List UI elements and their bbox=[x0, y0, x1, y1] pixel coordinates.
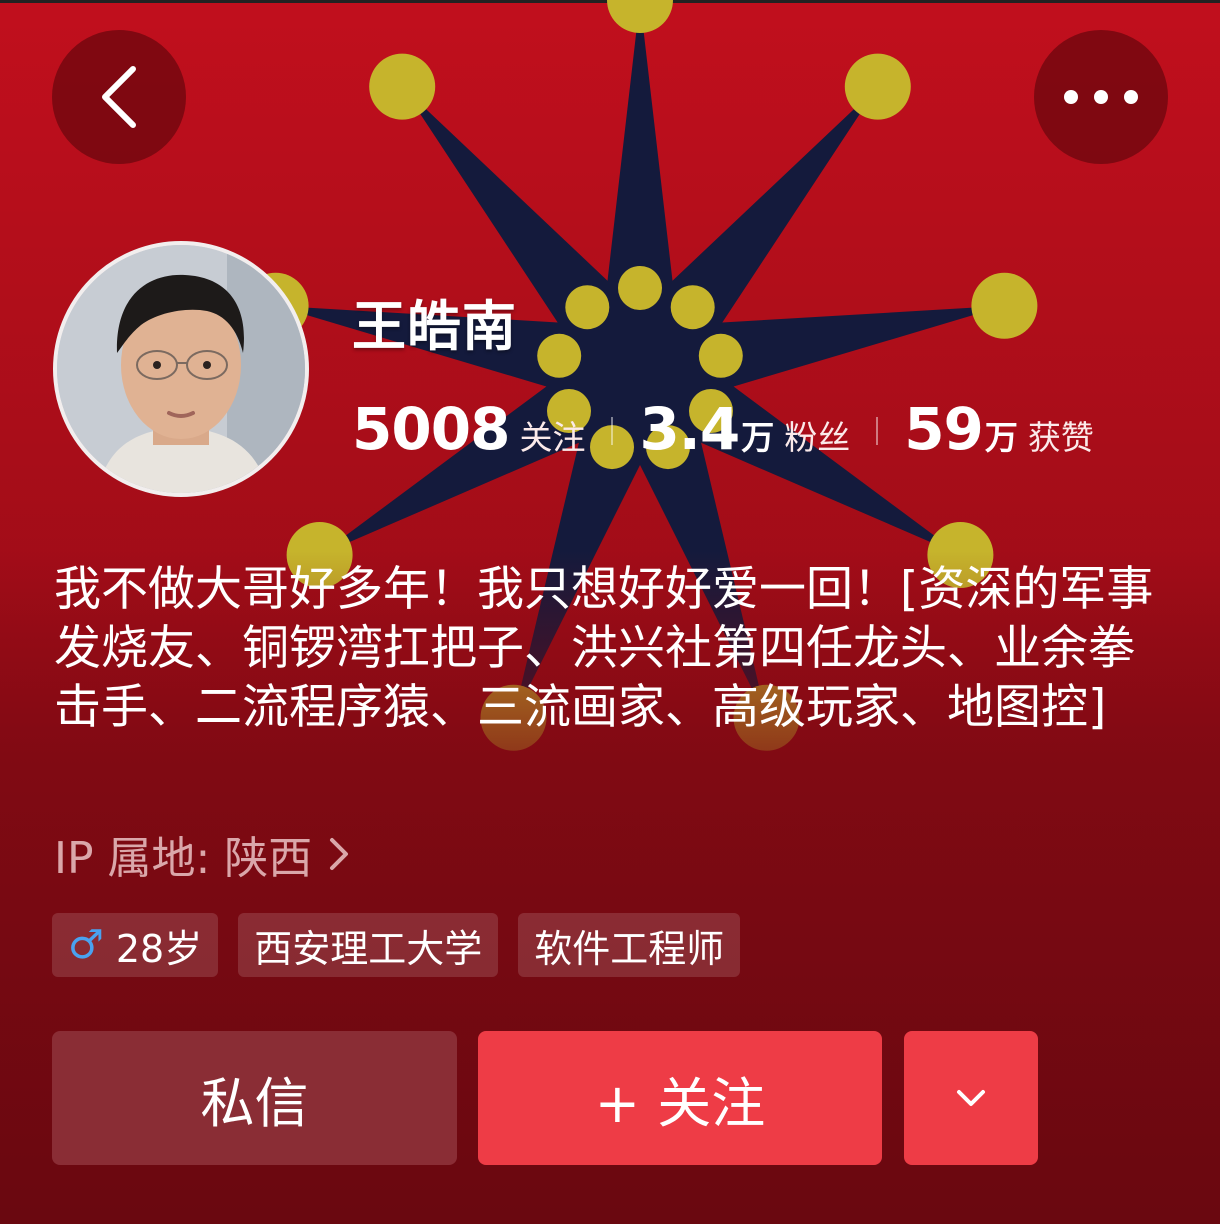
avatar-portrait bbox=[57, 245, 305, 493]
profile-bio: 我不做大哥好多年！我只想好好爱一回！[资深的军事发烧友、铜锣湾扛把子、洪兴社第四… bbox=[54, 562, 1154, 735]
stat-following-label: 关注 bbox=[519, 418, 586, 457]
back-arrow-icon bbox=[102, 66, 136, 128]
message-button[interactable]: 私信 bbox=[52, 1031, 457, 1165]
tag-occupation: 软件工程师 bbox=[518, 913, 741, 977]
more-dots-icon bbox=[1064, 90, 1138, 104]
stat-likes-label: 获赞 bbox=[1027, 418, 1094, 457]
profile-name: 王皓南 bbox=[352, 295, 517, 358]
more-button[interactable] bbox=[1034, 30, 1168, 164]
stat-following-value: 5008 bbox=[352, 395, 510, 463]
message-button-label: 私信 bbox=[200, 1071, 309, 1135]
follow-button-label: + 关注 bbox=[594, 1071, 766, 1135]
stat-followers-value: 3.4 bbox=[639, 395, 740, 463]
stat-followers-unit: 万 bbox=[741, 418, 775, 457]
chevron-right-icon bbox=[330, 838, 349, 870]
stat-followers[interactable]: 3.4 万 粉丝 bbox=[639, 395, 850, 463]
stat-divider bbox=[876, 417, 879, 445]
ip-location-text: IP 属地: 陕西 bbox=[54, 833, 313, 884]
stat-following[interactable]: 5008 关注 bbox=[352, 395, 585, 463]
tag-occupation-label: 软件工程师 bbox=[534, 926, 725, 971]
male-icon: ♂ bbox=[68, 922, 104, 968]
stat-followers-label: 粉丝 bbox=[784, 418, 851, 457]
profile-tags: ♂ 28岁 西安理工大学 软件工程师 bbox=[52, 913, 741, 977]
back-button[interactable] bbox=[52, 30, 186, 164]
stat-likes-value: 59 bbox=[904, 395, 984, 463]
stat-divider bbox=[611, 417, 614, 445]
tag-age-label: 28岁 bbox=[115, 926, 203, 971]
stats-row: 5008 关注 3.4 万 粉丝 59 万 获赞 bbox=[352, 395, 1094, 467]
follow-button[interactable]: + 关注 bbox=[478, 1031, 882, 1165]
tag-school-label: 西安理工大学 bbox=[254, 926, 483, 971]
chevron-down-icon bbox=[957, 1090, 985, 1106]
stat-likes-unit: 万 bbox=[984, 418, 1018, 457]
ip-location[interactable]: IP 属地: 陕西 bbox=[54, 822, 350, 886]
tag-age: ♂ 28岁 bbox=[52, 913, 219, 977]
recommend-dropdown-button[interactable] bbox=[904, 1031, 1038, 1165]
tag-school[interactable]: 西安理工大学 bbox=[238, 913, 499, 977]
avatar[interactable] bbox=[53, 241, 309, 497]
stat-likes[interactable]: 59 万 获赞 bbox=[904, 395, 1094, 463]
